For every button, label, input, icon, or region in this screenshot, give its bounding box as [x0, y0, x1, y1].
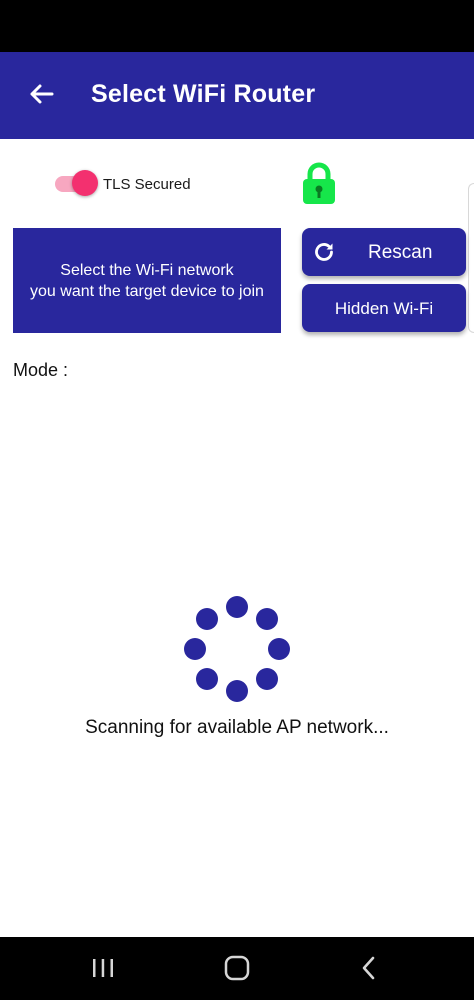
system-nav-bar [0, 937, 474, 1000]
rescan-button[interactable]: Rescan [302, 228, 466, 276]
scroll-edge [468, 183, 474, 333]
spinner-dot [196, 608, 218, 630]
app-bar: Select WiFi Router [0, 52, 474, 139]
spinner-dot [226, 596, 248, 618]
toggle-thumb [72, 170, 98, 196]
status-bar [0, 0, 474, 52]
mode-label: Mode : [13, 360, 69, 380]
tls-toggle[interactable] [55, 170, 99, 198]
spinner-dot [226, 680, 248, 702]
instruction-box: Select the Wi-Fi network you want the ta… [13, 228, 281, 333]
scanning-message: Scanning for available AP network... [85, 717, 389, 738]
page-title: Select WiFi Router [91, 80, 316, 108]
instruction-line-1: Select the Wi-Fi network [60, 261, 234, 279]
hidden-wifi-button[interactable]: Hidden Wi-Fi [302, 284, 466, 332]
loading-spinner [184, 596, 292, 704]
refresh-icon [315, 243, 333, 261]
home-icon[interactable] [222, 955, 252, 981]
spinner-dot [196, 668, 218, 690]
recents-icon[interactable] [88, 955, 118, 981]
spinner-dot [184, 638, 206, 660]
spinner-dot [256, 608, 278, 630]
spinner-dot [256, 668, 278, 690]
tls-label: TLS Secured [103, 176, 191, 193]
rescan-label: Rescan [368, 242, 433, 263]
back-chevron-icon[interactable] [354, 955, 384, 981]
hidden-wifi-label: Hidden Wi-Fi [334, 299, 434, 318]
spinner-dot [268, 638, 290, 660]
lock-icon [303, 162, 335, 204]
arrow-left-icon[interactable] [24, 76, 60, 112]
instruction-line-2: you want the target device to join [30, 282, 264, 300]
